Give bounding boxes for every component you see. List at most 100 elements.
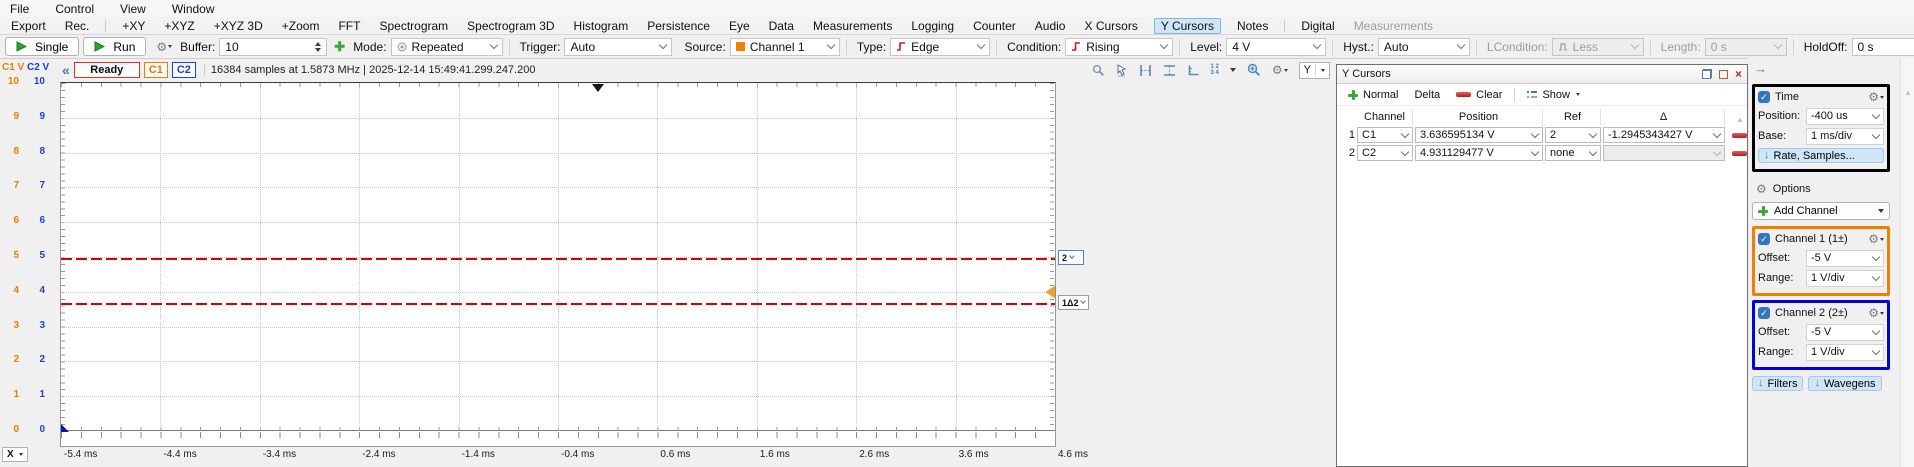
menu-control[interactable]: Control	[55, 2, 94, 16]
view-tab-y-cursors[interactable]: Y Cursors	[1154, 18, 1221, 34]
menu-file[interactable]: File	[10, 2, 29, 16]
menu-window[interactable]: Window	[172, 2, 215, 16]
options-row[interactable]: ⚙ Options	[1756, 182, 1811, 196]
view-tab-data[interactable]: Data	[766, 19, 797, 33]
trigger-level-marker[interactable]	[1046, 286, 1055, 298]
collapse-chevron-icon[interactable]: «	[62, 63, 70, 77]
channel1-offset-select[interactable]: -5 V	[1806, 250, 1884, 267]
cursor-ref-select[interactable]: none	[1545, 145, 1601, 161]
view-tab--xyz[interactable]: +XYZ	[161, 19, 197, 33]
view-tab-export[interactable]: Export	[8, 19, 49, 33]
view-tab--xy[interactable]: +XY	[119, 19, 148, 33]
maximize-icon[interactable]	[1719, 70, 1728, 79]
view-tab-x-cursors[interactable]: X Cursors	[1081, 19, 1140, 33]
add-normal-cursor-button[interactable]: Normal	[1341, 87, 1405, 103]
plot-settings-gear-icon[interactable]: ⚙	[1272, 63, 1288, 77]
scroll-up-icon[interactable]: ▲	[1736, 115, 1744, 124]
filters-button[interactable]: ↓ Filters	[1752, 376, 1803, 391]
wavegens-button[interactable]: ↓ Wavegens	[1808, 376, 1881, 391]
view-tab-audio[interactable]: Audio	[1032, 19, 1069, 33]
time-settings-gear-icon[interactable]: ⚙	[1868, 90, 1884, 104]
cursor-position-select[interactable]: 4.931129477 V	[1415, 145, 1543, 161]
vertical-cursors-icon[interactable]	[1163, 64, 1176, 77]
view-tab-measurements[interactable]: Measurements	[810, 19, 895, 33]
y-cursor-badge[interactable]: 2	[1058, 250, 1084, 265]
y-cursor-line[interactable]	[61, 258, 1055, 260]
channel2-offset-select[interactable]: -5 V	[1806, 324, 1884, 341]
x-axis-select[interactable]: X	[2, 447, 28, 462]
undock-icon[interactable]	[1702, 69, 1712, 79]
channel1-range-select[interactable]: 1 V/div	[1806, 270, 1884, 287]
view-tab-measurements[interactable]: Measurements	[1351, 19, 1436, 33]
time-position-select[interactable]: -400 us	[1806, 108, 1884, 125]
view-tab-histogram[interactable]: Histogram	[571, 19, 632, 33]
cursor-delta-select[interactable]	[1603, 145, 1725, 161]
zoom-icon[interactable]	[1092, 64, 1105, 77]
channel2-settings-gear-icon[interactable]: ⚙	[1868, 306, 1884, 320]
add-instrument-icon[interactable]: ✚	[334, 39, 345, 55]
view-tab-persistence[interactable]: Persistence	[644, 19, 713, 33]
channel1-settings-gear-icon[interactable]: ⚙	[1868, 232, 1884, 246]
add-delta-cursor-button[interactable]: Delta	[1407, 87, 1447, 103]
quad-view-icon[interactable]: 1 23 4	[1211, 64, 1219, 76]
cursor-channel-select[interactable]: C1	[1357, 127, 1413, 143]
lcondition-select[interactable]: Less	[1552, 38, 1644, 56]
type-select[interactable]: Edge	[890, 38, 990, 56]
length-select[interactable]: 0 s	[1705, 38, 1787, 56]
menu-view[interactable]: View	[120, 2, 146, 16]
measure-ruler-icon[interactable]	[1187, 64, 1200, 77]
view-tab--xyz-3d[interactable]: +XYZ 3D	[211, 19, 266, 33]
sidebar-scrollbar[interactable]: ▲	[1900, 58, 1914, 467]
cursor-channel-select[interactable]: C2	[1357, 145, 1413, 161]
scroll-up-icon[interactable]: ▲	[1904, 88, 1912, 97]
horizontal-cursors-icon[interactable]	[1139, 64, 1152, 77]
spinner-arrows-icon[interactable]	[315, 42, 321, 52]
cursor-position-select[interactable]: 3.636595134 V	[1415, 127, 1543, 143]
zoom-in-icon[interactable]	[1247, 63, 1261, 77]
view-tab-eye[interactable]: Eye	[726, 19, 753, 33]
hysteresis-select[interactable]: Auto	[1378, 38, 1470, 56]
channel1-enable-checkbox[interactable]: ✓	[1758, 233, 1770, 245]
single-button[interactable]: Single	[5, 37, 79, 56]
trigger-position-marker[interactable]	[592, 84, 604, 92]
condition-select[interactable]: Rising	[1065, 38, 1173, 56]
view-tab-notes[interactable]: Notes	[1234, 19, 1271, 33]
view-options-caret-icon[interactable]	[1230, 68, 1236, 72]
view-tab-logging[interactable]: Logging	[908, 19, 957, 33]
add-channel-button[interactable]: Add Channel	[1752, 202, 1890, 220]
rate-samples-button[interactable]: ↓ Rate, Samples...	[1758, 148, 1884, 163]
time-enable-checkbox[interactable]: ✓	[1758, 91, 1770, 103]
mode-select[interactable]: Repeated	[391, 38, 503, 56]
buffer-spinner[interactable]: 10	[219, 38, 327, 56]
channel2-enable-checkbox[interactable]: ✓	[1758, 307, 1770, 319]
view-tab-spectrogram-3d[interactable]: Spectrogram 3D	[464, 19, 557, 33]
expand-arrow-icon[interactable]: →	[1754, 62, 1767, 75]
time-base-select[interactable]: 1 ms/div	[1806, 128, 1884, 145]
level-select[interactable]: 4 V	[1226, 38, 1326, 56]
y-cursor-badge[interactable]: 1Δ2	[1058, 295, 1089, 310]
source-select[interactable]: Channel 1	[730, 38, 840, 56]
view-tab-spectrogram[interactable]: Spectrogram	[376, 19, 451, 33]
y-axis-select[interactable]: Y	[1299, 62, 1330, 79]
panel-titlebar[interactable]: Y Cursors ×	[1337, 65, 1747, 84]
clear-cursors-button[interactable]: Clear	[1449, 87, 1509, 103]
run-button[interactable]: Run	[83, 37, 146, 56]
pointer-icon[interactable]	[1116, 64, 1128, 77]
channel2-badge[interactable]: C2	[172, 62, 196, 78]
view-tab-counter[interactable]: Counter	[970, 19, 1019, 33]
show-menu-button[interactable]: Show	[1520, 87, 1587, 103]
view-tab-digital[interactable]: Digital	[1298, 19, 1337, 33]
close-icon[interactable]: ×	[1735, 69, 1742, 79]
cursor-ref-select[interactable]: 2	[1545, 127, 1601, 143]
view-tab-fft[interactable]: FFT	[335, 19, 363, 33]
view-tab-rec-[interactable]: Rec.	[62, 19, 93, 33]
channel2-range-select[interactable]: 1 V/div	[1806, 344, 1884, 361]
buffer-gear-icon[interactable]: ⚙	[156, 40, 172, 54]
holdoff-select[interactable]: 0 s	[1852, 38, 1914, 56]
view-tab--zoom[interactable]: +Zoom	[279, 19, 323, 33]
trigger-select[interactable]: Auto	[564, 38, 672, 56]
y-cursor-line[interactable]	[61, 303, 1055, 305]
plot-area[interactable]	[60, 82, 1056, 447]
channel1-badge[interactable]: C1	[144, 62, 168, 78]
cursor-delta-select[interactable]: -1.2945343427 V	[1603, 127, 1725, 143]
